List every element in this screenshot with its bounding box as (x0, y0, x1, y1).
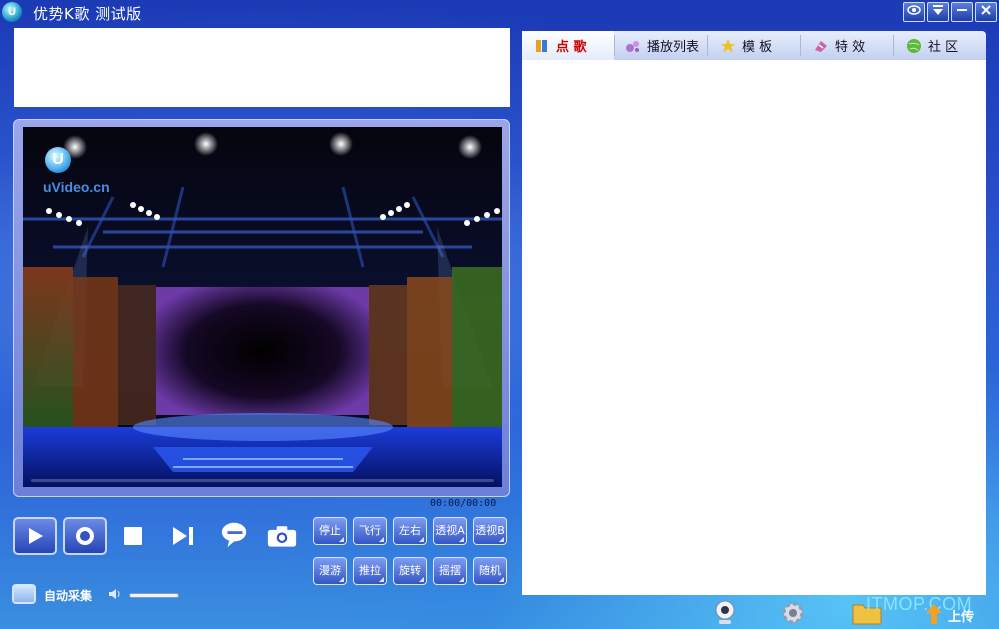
tab-song-request[interactable]: 点 歌 (522, 31, 614, 60)
volume-icon (108, 588, 122, 603)
tab-playlist-label: 播放列表 (647, 40, 700, 55)
tab-community-label: 社 区 (928, 40, 959, 55)
auto-capture-label: 自动采集 (44, 589, 93, 603)
video-frame: U uVideo.cn (13, 119, 510, 497)
effect-rotate-button[interactable]: 旋转 (393, 557, 427, 585)
title-bar: U 优势K歌 测试版 (0, 0, 999, 26)
effect-pushpull-button[interactable]: 推拉 (353, 557, 387, 585)
tab-community[interactable]: 社 区 (894, 31, 986, 60)
tab-bar: 点 歌 播放列表 模 板 特 效 社 区 (522, 31, 986, 60)
lyrics-display (14, 28, 510, 107)
play-icon (29, 528, 43, 544)
next-button[interactable] (168, 521, 198, 551)
volume-slider[interactable] (129, 593, 179, 598)
star-icon (720, 38, 736, 54)
window-title: 优势K歌 测试版 (33, 5, 142, 23)
upload-button-label[interactable]: 上传 (948, 606, 974, 625)
camera-button[interactable] (267, 521, 297, 551)
record-button[interactable] (63, 517, 107, 555)
video-player[interactable]: U uVideo.cn (23, 127, 502, 487)
camera-icon (267, 526, 297, 547)
song-list-panel[interactable] (522, 60, 986, 595)
effect-fly-button[interactable]: 飞行 (353, 517, 387, 545)
chat-button[interactable] (220, 519, 250, 549)
playback-time: 00:00/00:00 (430, 498, 497, 509)
webcam-icon (715, 600, 735, 624)
settings-button[interactable] (780, 600, 806, 626)
record-icon (76, 527, 94, 545)
magic-icon (813, 38, 829, 54)
webcam-button[interactable] (712, 600, 738, 626)
chat-icon (221, 522, 247, 548)
tab-template[interactable]: 模 板 (708, 31, 800, 60)
upload-arrow-icon (926, 604, 942, 624)
window-controls (903, 2, 997, 22)
tab-effects-label: 特 效 (835, 40, 866, 55)
uvideo-logo-icon: U (45, 147, 71, 173)
effect-leftright-button[interactable]: 左右 (393, 517, 427, 545)
auto-capture-checkbox[interactable] (12, 584, 36, 604)
effect-random-button[interactable]: 随机 (473, 557, 507, 585)
next-icon (173, 527, 193, 545)
menu-button[interactable] (927, 2, 949, 22)
upload-icon-button[interactable] (924, 602, 944, 626)
tab-template-label: 模 板 (742, 40, 773, 55)
app-logo-icon: U (2, 2, 22, 22)
globe-icon (906, 38, 922, 54)
app-window: U 优势K歌 测试版 U uVideo.cn 00:00/00:00 停止 飞行… (0, 0, 999, 629)
minimize-icon (957, 9, 967, 11)
tab-effects[interactable]: 特 效 (801, 31, 893, 60)
tab-song-request-label: 点 歌 (556, 40, 587, 55)
close-button[interactable] (975, 2, 997, 22)
effect-roam-button[interactable]: 漫游 (313, 557, 347, 585)
tab-playlist[interactable]: 播放列表 (615, 31, 707, 60)
play-button[interactable] (13, 517, 57, 555)
bubbles-icon (625, 38, 641, 54)
effect-perspective-b-button[interactable]: 透视B (473, 517, 507, 545)
close-icon (981, 5, 991, 15)
stop-button[interactable] (118, 521, 148, 551)
effect-swing-button[interactable]: 摇摆 (433, 557, 467, 585)
eye-icon (907, 5, 921, 15)
triangle-down-icon (933, 5, 943, 15)
effect-perspective-a-button[interactable]: 透视A (433, 517, 467, 545)
effect-stop-button[interactable]: 停止 (313, 517, 347, 545)
volume-level (130, 594, 178, 597)
minimize-button[interactable] (951, 2, 973, 22)
skin-button[interactable] (903, 2, 925, 22)
gear-icon (782, 602, 804, 624)
stop-icon (124, 527, 142, 545)
book-icon (534, 38, 550, 54)
uvideo-watermark: uVideo.cn (43, 179, 110, 195)
